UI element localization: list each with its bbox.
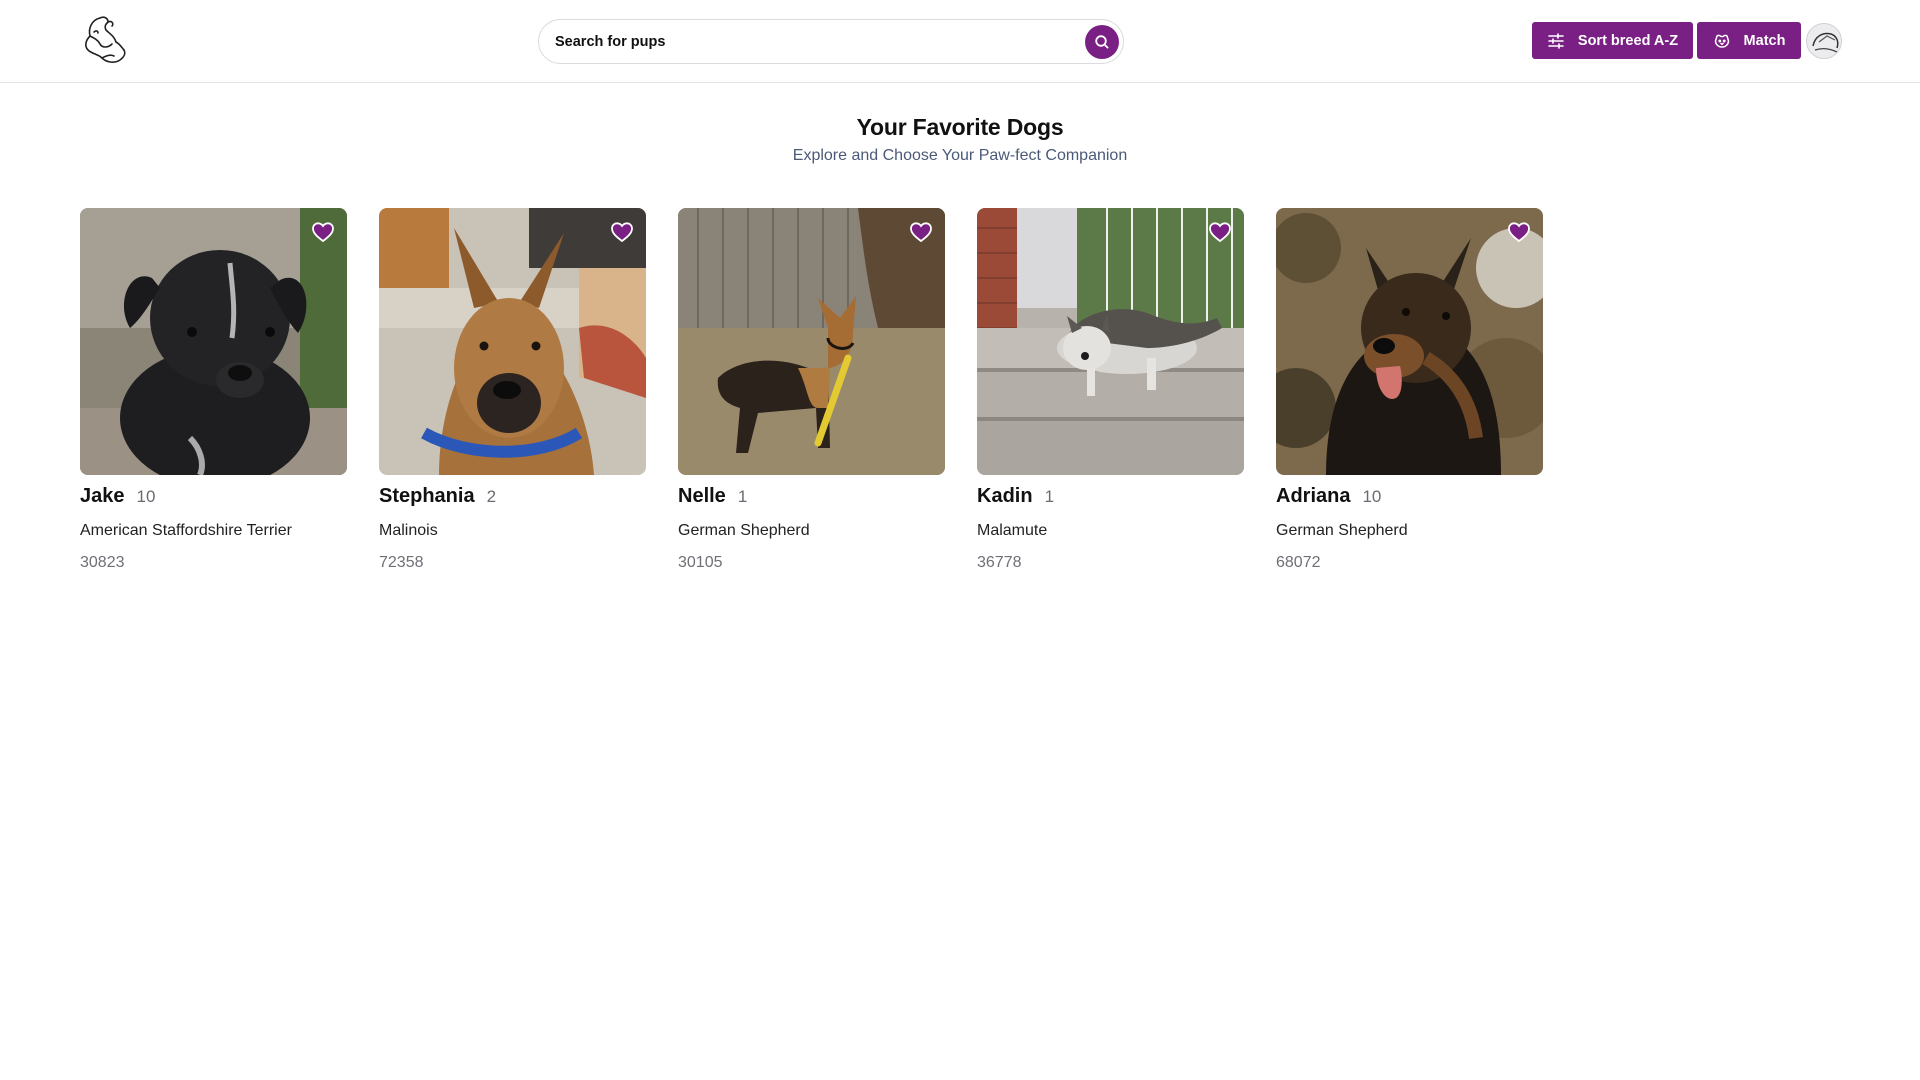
heart-icon xyxy=(312,222,334,243)
dog-name: Kadin xyxy=(977,485,1033,507)
sliders-icon xyxy=(1548,32,1564,49)
match-button-label: Match xyxy=(1743,32,1786,49)
dog-breed: German Shepherd xyxy=(678,522,810,539)
dog-zip-code: 36778 xyxy=(977,554,1022,571)
dog-photo[interactable] xyxy=(80,208,347,475)
dog-breed: Malamute xyxy=(977,522,1048,539)
match-button[interactable]: Match xyxy=(1697,22,1801,59)
search-button[interactable] xyxy=(1085,24,1119,59)
dog-age: 10 xyxy=(136,487,156,506)
dog-logo-icon[interactable] xyxy=(80,14,130,66)
heart-icon xyxy=(910,222,932,243)
dog-name-row: Adriana 10 xyxy=(1276,485,1381,508)
search-input[interactable] xyxy=(555,33,1085,50)
favorite-button[interactable] xyxy=(311,220,335,244)
heart-icon xyxy=(611,222,633,243)
favorite-button[interactable] xyxy=(909,220,933,244)
page-subtitle: Explore and Choose Your Paw-fect Compani… xyxy=(792,147,1128,164)
top-nav: Sort breed A-Z Match xyxy=(0,0,1920,83)
dog-breed: American Staffordshire Terrier xyxy=(80,522,292,539)
dog-name: Stephania xyxy=(379,485,475,507)
search-bar xyxy=(538,19,1124,64)
heart-icon xyxy=(1508,222,1530,243)
sort-breed-button[interactable]: Sort breed A-Z xyxy=(1532,22,1693,59)
dog-age: 1 xyxy=(737,487,748,506)
dog-photo[interactable] xyxy=(1276,208,1543,475)
dog-name-row: Nelle 1 xyxy=(678,485,747,508)
dog-photo[interactable] xyxy=(379,208,646,475)
dog-name-row: Jake 10 xyxy=(80,485,155,508)
dog-zip-code: 30823 xyxy=(80,554,125,571)
favorite-button[interactable] xyxy=(1208,220,1232,244)
dog-name-row: Kadin 1 xyxy=(977,485,1054,508)
dog-age: 2 xyxy=(486,487,497,506)
dog-breed: Malinois xyxy=(379,522,438,539)
dog-age: 1 xyxy=(1044,487,1055,506)
dog-name: Nelle xyxy=(678,485,726,507)
dog-name-row: Stephania 2 xyxy=(379,485,496,508)
dog-breed: German Shepherd xyxy=(1276,522,1408,539)
dog-photo[interactable] xyxy=(977,208,1244,475)
dog-zip-code: 68072 xyxy=(1276,554,1321,571)
dog-name: Jake xyxy=(80,485,125,507)
dog-face-icon xyxy=(1714,34,1729,48)
dog-zip-code: 72358 xyxy=(379,554,424,571)
page-title: Your Favorite Dogs xyxy=(856,114,1064,140)
sort-button-label: Sort breed A-Z xyxy=(1577,32,1679,49)
dog-zip-code: 30105 xyxy=(678,554,723,571)
dog-age: 10 xyxy=(1362,487,1382,506)
dog-name: Adriana xyxy=(1276,485,1351,507)
favorite-button[interactable] xyxy=(610,220,634,244)
search-icon xyxy=(1095,34,1109,49)
user-avatar[interactable] xyxy=(1806,23,1842,59)
dog-photo[interactable] xyxy=(678,208,945,475)
heart-icon xyxy=(1209,222,1231,243)
favorite-button[interactable] xyxy=(1507,220,1531,244)
